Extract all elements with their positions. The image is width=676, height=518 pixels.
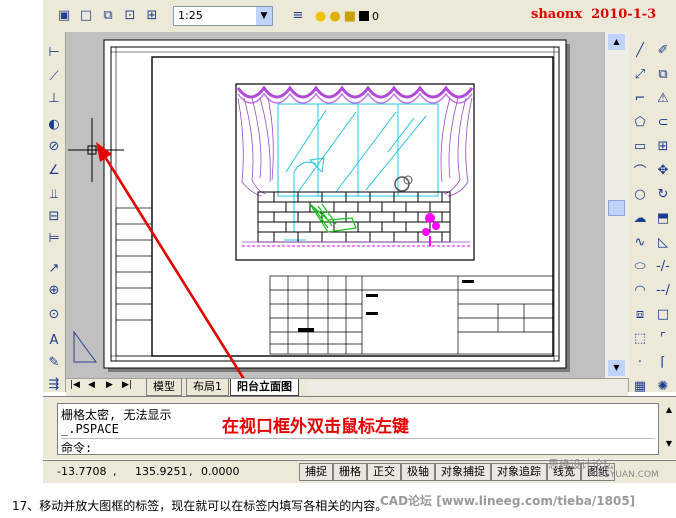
coord-x: -13.7708 (57, 465, 107, 478)
polyline-icon[interactable]: ⌐ (630, 88, 650, 108)
clip-viewport-icon[interactable]: ⊡ (121, 6, 139, 24)
tolerance-icon[interactable]: ⊕ (44, 280, 64, 300)
scale-value: 1:25 (178, 9, 203, 22)
scale-dropdown[interactable]: 1:25 ▼ (173, 6, 273, 26)
ellipse-arc-icon[interactable]: ◠ (630, 280, 650, 300)
revision-cloud-icon[interactable]: ☁ (630, 208, 650, 228)
tab-model[interactable]: 模型 (146, 379, 182, 396)
sun-icon: ● (329, 8, 341, 24)
command-history-line1: 栅格太密, 无法显示 (61, 408, 172, 422)
layer-manager-icon[interactable]: ≡ (289, 6, 307, 24)
color-swatch-icon (358, 11, 369, 21)
dim-edit-icon[interactable]: A (44, 330, 64, 350)
diameter-dim-icon[interactable]: ⊘ (44, 136, 64, 156)
arc-icon[interactable]: ⌒ (630, 160, 650, 180)
watermark-bottom: MISSYUAN.COM (588, 470, 659, 480)
ortho-button[interactable]: 正交 (367, 463, 401, 481)
circle-icon[interactable]: ○ (630, 184, 650, 204)
poly-viewport-icon[interactable]: ⧉ (99, 6, 117, 24)
linear-dim-icon[interactable]: ⊢ (44, 42, 64, 62)
horizontal-scrollbar[interactable] (308, 381, 626, 394)
osnap-button[interactable]: 对象捕捉 (435, 463, 491, 481)
leader-icon[interactable]: ↗ (44, 258, 64, 278)
command-history-line2: _.PSPACE (61, 422, 119, 436)
viewport-icon[interactable]: ▣ (55, 6, 73, 24)
explode-icon[interactable]: ✺ (653, 376, 673, 396)
quick-dim-icon[interactable]: ⫫ (44, 184, 64, 204)
left-dimension-toolbar: ⊢ ⟋ ⊥ ◐ ⊘ ∠ ⫫ ⊟ ⊨ ↗ ⊕ ⊙ A ✎ ⇶ (43, 32, 66, 392)
rotate-icon[interactable]: ↻ (653, 184, 673, 204)
tab-layout1[interactable]: 布局1 (186, 379, 229, 396)
otrack-button[interactable]: 对象追踪 (491, 463, 547, 481)
layer-value: 0 (371, 9, 379, 23)
command-scroll-up-icon[interactable]: ▲ (666, 405, 672, 414)
line-icon[interactable]: ╱ (630, 40, 650, 60)
tab-next-icon[interactable]: ▶ (106, 380, 113, 390)
spline-icon[interactable]: ∿ (630, 232, 650, 252)
grid-button[interactable]: 栅格 (333, 463, 367, 481)
watermark-url: CAD论坛 [www.lineeg.com/tieba/1805] (380, 494, 636, 508)
make-block-icon[interactable]: ⬚ (630, 328, 650, 348)
continue-dim-icon[interactable]: ⊨ (44, 228, 64, 248)
vertical-scrollbar[interactable]: ▲ ▼ (604, 32, 629, 378)
chevron-down-icon[interactable]: ▼ (256, 7, 272, 25)
top-toolbar: ▣ □ ⧉ ⊡ ⊞ 1:25 ▼ ≡ ● ● ■ 0 shaonx 2010-1… (43, 0, 676, 33)
mirror-icon[interactable]: ⚠ (653, 88, 673, 108)
array-icon[interactable]: ⊞ (653, 136, 673, 156)
watermark-text: shaonx 2010-1-3 (531, 7, 657, 22)
drawing-sheet[interactable] (66, 32, 604, 378)
coord-y: 135.9251 (135, 465, 188, 478)
tab-first-icon[interactable]: |◀ (70, 380, 80, 390)
coord-z: 0.0000 (201, 465, 240, 478)
chamfer-icon[interactable]: ⌜ (653, 328, 673, 348)
trim-icon[interactable]: -/- (653, 256, 673, 276)
layer-state-icons[interactable]: ● ● ■ 0 (315, 8, 395, 24)
dim-update-icon[interactable]: ⇶ (44, 374, 64, 394)
point-icon[interactable]: · (630, 352, 650, 372)
scroll-thumb[interactable] (608, 200, 625, 216)
angular-dim-icon[interactable]: ∠ (44, 160, 64, 180)
stretch-icon[interactable]: ◺ (653, 232, 673, 252)
right-draw-toolbar: ╱ ⤢ ⌐ ⬠ ▭ ⌒ ○ ☁ ∿ ⬭ ◠ ⧈ ⬚ · ▦ (628, 32, 651, 394)
insert-block-icon[interactable]: ⧈ (630, 304, 650, 324)
offset-icon[interactable]: ⊂ (653, 112, 673, 132)
ellipse-icon[interactable]: ⬭ (630, 256, 650, 276)
annotation-text: 在视口框外双击鼠标左键 (222, 417, 409, 437)
fit-viewport-icon[interactable]: ⊞ (143, 6, 161, 24)
erase-icon[interactable]: ✐ (653, 40, 673, 60)
center-mark-icon[interactable]: ⊙ (44, 304, 64, 324)
ordinate-dim-icon[interactable]: ⊥ (44, 88, 64, 108)
polygon-icon[interactable]: ⬠ (630, 112, 650, 132)
fillet-icon[interactable]: ⌈ (653, 352, 673, 372)
radius-dim-icon[interactable]: ◐ (44, 114, 64, 134)
baseline-dim-icon[interactable]: ⊟ (44, 206, 64, 226)
right-modify-toolbar: ✐ ⧉ ⚠ ⊂ ⊞ ✥ ↻ ⬒ ◺ -/- --/ □ ⌜ ⌈ ✺ (651, 32, 676, 394)
tab-balcony-elevation[interactable]: 阳台立面图 (230, 379, 299, 396)
construction-line-icon[interactable]: ⤢ (630, 64, 650, 84)
rectangle-icon[interactable]: ▭ (630, 136, 650, 156)
polar-button[interactable]: 极轴 (401, 463, 435, 481)
command-scroll-down-icon[interactable]: ▼ (666, 439, 672, 448)
lock-icon: ■ (343, 8, 356, 24)
lightbulb-icon: ● (315, 8, 327, 24)
hatch-icon[interactable]: ▦ (630, 376, 650, 396)
caption: 17、移动并放大图框的标签，现在就可以在标签内填写各相关的内容。 (12, 499, 388, 513)
scroll-down-icon[interactable]: ▼ (608, 360, 625, 376)
tab-last-icon[interactable]: ▶| (122, 380, 132, 390)
copy-icon[interactable]: ⧉ (653, 64, 673, 84)
extend-icon[interactable]: --/ (653, 280, 673, 300)
aligned-dim-icon[interactable]: ⟋ (44, 66, 64, 86)
snap-button[interactable]: 捕捉 (299, 463, 333, 481)
break-icon[interactable]: □ (653, 304, 673, 324)
move-icon[interactable]: ✥ (653, 160, 673, 180)
single-viewport-icon[interactable]: □ (77, 6, 95, 24)
scroll-up-icon[interactable]: ▲ (608, 34, 625, 50)
command-prompt[interactable]: 命令: (61, 438, 655, 456)
dim-text-edit-icon[interactable]: ✎ (44, 352, 64, 372)
scale-icon[interactable]: ⬒ (653, 208, 673, 228)
layout-tab-bar: |◀ ◀ ▶ ▶| 模型 布局1 阳台立面图 (66, 378, 628, 396)
tab-prev-icon[interactable]: ◀ (88, 380, 95, 390)
